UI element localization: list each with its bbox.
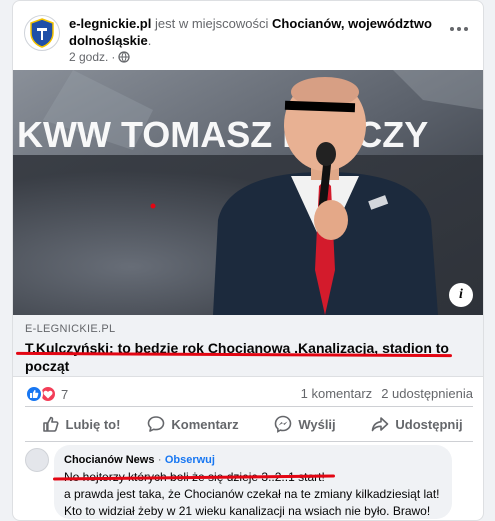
engagement-counts: 1 komentarz 2 udostępnienia xyxy=(301,386,473,401)
comment-button-label: Komentarz xyxy=(171,416,239,432)
thumbs-up-icon xyxy=(42,416,59,432)
share-icon xyxy=(372,417,389,432)
follow-button[interactable]: Obserwuj xyxy=(165,454,215,466)
comment-author-link[interactable]: Chocianów News xyxy=(64,454,154,466)
like-button-label: Lubię to! xyxy=(65,416,121,432)
reactions-bar: 7 1 komentarz 2 udostępnienia xyxy=(25,383,473,405)
comment-header: Chocianów News · Obserwuj xyxy=(64,451,442,469)
comment-separator: · xyxy=(157,454,162,466)
comment-line: Kto to widział żeby w 21 wieku kanalizac… xyxy=(64,504,431,518)
action-bar: Lubię to! Komentarz Wyślij Udostępnij xyxy=(25,407,473,441)
link-preview[interactable]: E-LEGNICKIE.PL T.Kulczyński: to bedzie r… xyxy=(13,315,483,377)
page-name-link[interactable]: e-legnickie.pl xyxy=(69,16,151,31)
comment-bubble: Chocianów News · Obserwuj No hejterzy kt… xyxy=(54,445,452,519)
shares-count-link[interactable]: 2 udostępnienia xyxy=(381,386,473,401)
like-button[interactable]: Lubię to! xyxy=(25,407,137,441)
reaction-count: 7 xyxy=(61,386,69,402)
comment-line: a prawda jest taka, że Chocianów czekał … xyxy=(64,487,440,501)
link-title[interactable]: T.Kulczyński: to bedzie rok Chocianowa .… xyxy=(25,339,465,375)
like-reaction-icon xyxy=(25,385,43,403)
shield-logo-icon xyxy=(30,18,54,48)
comments-count-link[interactable]: 1 komentarz xyxy=(301,386,373,401)
post-timestamp[interactable]: 2 godz. xyxy=(69,50,108,64)
banner-text: KWW TOMASZ KULCZY xyxy=(17,114,428,155)
page-avatar[interactable] xyxy=(24,15,60,51)
more-options-icon xyxy=(450,27,468,31)
more-options-button[interactable] xyxy=(447,21,471,37)
reaction-summary[interactable]: 7 xyxy=(25,385,68,403)
share-button[interactable]: Udostępnij xyxy=(361,407,473,441)
meta-separator: · xyxy=(111,50,116,64)
messenger-icon xyxy=(275,415,292,433)
link-domain: E-LEGNICKIE.PL xyxy=(25,323,116,335)
location-prefix: jest w miejscowości xyxy=(155,16,269,31)
post-header-text: e-legnickie.pl jest w miejscowości Choci… xyxy=(69,15,439,49)
post-meta: 2 godz. · xyxy=(69,50,131,64)
post-image[interactable]: KWW TOMASZ KULCZY i xyxy=(13,70,483,315)
send-button[interactable]: Wyślij xyxy=(249,407,361,441)
info-button[interactable]: i xyxy=(449,283,473,307)
globe-icon[interactable] xyxy=(118,51,131,63)
post-photo: KWW TOMASZ KULCZY xyxy=(13,70,483,315)
info-icon: i xyxy=(459,287,463,302)
commenter-avatar[interactable] xyxy=(25,448,49,472)
comment-button[interactable]: Komentarz xyxy=(137,407,249,441)
location-suffix: . xyxy=(147,33,152,48)
post-header: e-legnickie.pl jest w miejscowości Choci… xyxy=(13,1,483,69)
send-button-label: Wyślij xyxy=(298,416,336,432)
post-card: e-legnickie.pl jest w miejscowości Choci… xyxy=(12,0,484,521)
comment-icon xyxy=(148,416,165,432)
divider xyxy=(25,441,473,442)
share-button-label: Udostępnij xyxy=(395,416,463,432)
